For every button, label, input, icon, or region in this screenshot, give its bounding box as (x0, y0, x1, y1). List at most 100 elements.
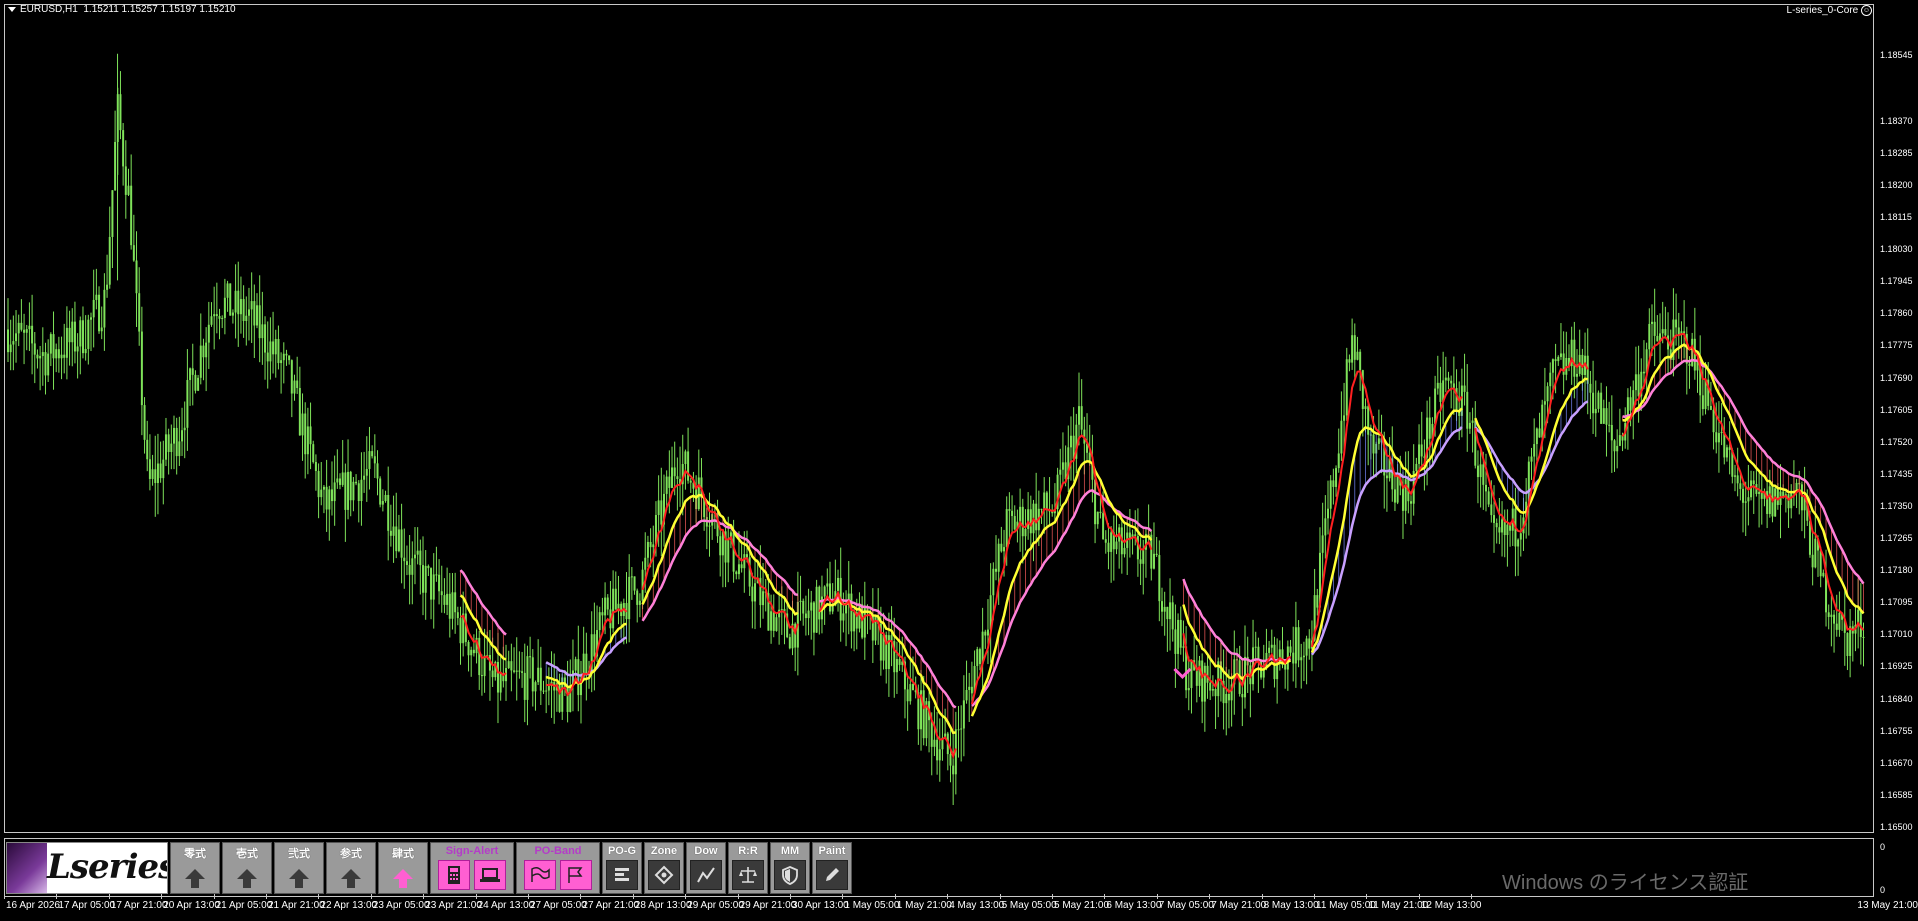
logo-text: Lseries (47, 847, 168, 887)
price-tick-label: 1.17180 (1880, 565, 1913, 576)
mode-button-label: 参式 (340, 848, 362, 860)
up-arrow-icon (388, 864, 418, 892)
time-tick (1314, 894, 1315, 899)
po-band-button[interactable]: PO-Band (516, 842, 600, 894)
price-tick-label: 1.18030 (1880, 244, 1913, 255)
price-tick-label: 1.17690 (1880, 372, 1913, 383)
flag-icon[interactable] (524, 860, 556, 890)
indicator-name-label: L-series_0-Core ☺ (1787, 5, 1872, 16)
price-tick-label: 1.18200 (1880, 179, 1913, 190)
time-tick-label: 24 Apr 13:00 (477, 900, 535, 911)
mode-button-4[interactable]: 肆式 (378, 842, 428, 894)
mode-button-3[interactable]: 参式 (326, 842, 376, 894)
time-tick-label: 29 Apr 05:00 (687, 900, 744, 911)
zigzag-icon (690, 860, 722, 890)
time-tick-label: 27 Apr 21:00 (582, 900, 640, 911)
price-tick-label: 1.17945 (1880, 276, 1913, 287)
price-tick-label: 1.16670 (1880, 757, 1913, 768)
time-tick-label: 20 Apr 13:00 (163, 900, 220, 911)
price-tick-label: 1.17860 (1880, 308, 1913, 319)
price-tick-label: 1.16500 (1880, 822, 1913, 832)
dropdown-triangle-icon[interactable] (8, 6, 16, 12)
mode-button-label: 弐式 (288, 848, 310, 860)
tool-button-label: MM (780, 845, 800, 857)
tool-button-r-r[interactable]: R:R (728, 842, 768, 894)
diamond-icon (648, 860, 680, 890)
mode-button-2[interactable]: 弐式 (274, 842, 324, 894)
mode-button-label: 壱式 (236, 848, 258, 860)
mode-button-label: 零式 (184, 848, 206, 860)
time-tick (1261, 894, 1263, 899)
price-tick-label: 1.16840 (1880, 693, 1913, 704)
time-tick-label: 8 May 13:00 (1263, 900, 1319, 911)
time-tick-label: 6 May 13:00 (1106, 900, 1162, 911)
tool-button-label: Zone (650, 845, 678, 857)
shield-icon (774, 860, 806, 890)
up-arrow-icon (180, 864, 210, 892)
scale-icon (732, 860, 764, 890)
tool-button-dow[interactable]: Dow (686, 842, 726, 894)
time-tick-label: 17 Apr 05:00 (58, 900, 116, 911)
smiley-icon[interactable]: ☺ (1861, 5, 1872, 16)
up-arrow-icon (232, 864, 262, 892)
time-tick-label: 17 Apr 21:00 (110, 900, 168, 911)
time-tick (947, 894, 949, 899)
price-tick-label: 1.17605 (1880, 404, 1913, 415)
time-tick-label: 22 Apr 13:00 (320, 900, 378, 911)
price-tick-label: 1.18115 (1880, 212, 1912, 223)
price-tick-label: 1.18370 (1880, 115, 1913, 126)
lseries-toolbar: Lseries 零式 壱式 弐式 参式 肆式 Sign-Alert PO-Band PO… (6, 842, 852, 894)
time-tick (1104, 894, 1106, 899)
time-tick (266, 894, 267, 899)
time-tick (528, 894, 529, 899)
price-tick-label: 1.17775 (1880, 340, 1913, 351)
time-tick (632, 894, 634, 899)
mode-button-1[interactable]: 壱式 (222, 842, 272, 894)
sign-alert-button[interactable]: Sign-Alert (430, 842, 514, 894)
symbol-header[interactable]: EURUSD,H1 1.15211 1.15257 1.15197 1.1521… (8, 4, 236, 15)
time-tick-label: 23 Apr 21:00 (425, 900, 482, 911)
po-band-label: PO-Band (534, 845, 582, 857)
time-tick-label: 30 Apr 13:00 (792, 900, 849, 911)
sign-alert-label: Sign-Alert (445, 845, 499, 857)
time-tick-label: 1 May 05:00 (844, 900, 900, 911)
time-tick-label: 7 May 05:00 (1158, 900, 1214, 911)
time-tick (108, 894, 110, 899)
time-tick (894, 894, 896, 899)
time-tick-label: 4 May 13:00 (949, 900, 1005, 911)
flag-outline-icon[interactable] (560, 860, 592, 890)
calculator-icon[interactable] (438, 860, 470, 890)
tool-button-label: Dow (694, 845, 718, 857)
price-tick-label: 1.18545 (1880, 49, 1913, 60)
symbol-label: EURUSD,H1 (20, 4, 78, 15)
tool-button-zone[interactable]: Zone (644, 842, 684, 894)
time-tick (1156, 894, 1158, 899)
time-tick-label: 11 May 05:00 (1316, 900, 1376, 911)
tool-button-mm[interactable]: MM (770, 842, 810, 894)
time-tick-label: 5 May 21:00 (1054, 900, 1110, 911)
time-tick (423, 894, 425, 899)
time-tick-label: 13 May 21:00 (1857, 900, 1918, 911)
time-tick (475, 894, 477, 899)
ohlc-values: 1.15211 1.15257 1.15197 1.15210 (83, 4, 236, 15)
tool-button-group: PO-G Zone Dow R:R MM Paint (602, 842, 852, 894)
subwindow-min-label: 0 (1880, 885, 1886, 895)
time-tick-label: 23 Apr 05:00 (372, 900, 430, 911)
time-tick-label: 12 May 13:00 (1420, 900, 1482, 911)
time-tick-label: 29 Apr 21:00 (739, 900, 797, 911)
laptop-icon[interactable] (474, 860, 506, 890)
time-tick (842, 894, 844, 899)
price-tick-label: 1.16585 (1880, 789, 1913, 800)
time-tick (161, 894, 163, 899)
time-tick (790, 894, 791, 899)
price-tick-label: 1.16755 (1880, 725, 1913, 736)
price-tick-label: 1.17010 (1880, 629, 1913, 640)
pencil-icon (816, 860, 848, 890)
tool-button-po-g[interactable]: PO-G (602, 842, 642, 894)
mode-button-0[interactable]: 零式 (170, 842, 220, 894)
time-tick (1366, 894, 1368, 899)
time-tick-label: 28 Apr 13:00 (634, 900, 692, 911)
tool-button-paint[interactable]: Paint (812, 842, 852, 894)
wing-logo-icon (7, 843, 47, 893)
time-tick (999, 894, 1001, 899)
